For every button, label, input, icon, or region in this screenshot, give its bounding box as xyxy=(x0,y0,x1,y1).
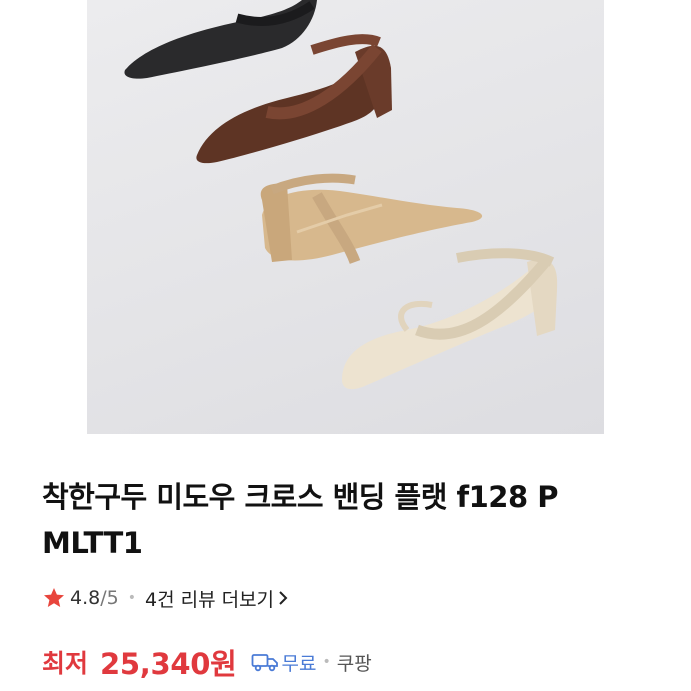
truck-icon xyxy=(251,654,278,672)
product-title: 착한구두 미도우 크로스 밴딩 플랫 f128 P MLTT1 xyxy=(42,474,652,566)
price-amount: 25,340원 xyxy=(100,647,237,681)
rating-separator: • xyxy=(127,590,136,606)
star-icon xyxy=(44,588,64,607)
shipping-label: 무료 xyxy=(281,652,317,675)
title-line-2: MLTT1 xyxy=(42,526,143,560)
beige-shoe xyxy=(260,173,483,264)
rating-value: 4.8 xyxy=(70,587,101,609)
price-row: 최저 25,340원 무료 • 쿠팡 xyxy=(42,642,372,682)
seller-name[interactable]: 쿠팡 xyxy=(337,649,372,676)
product-image[interactable] xyxy=(87,0,604,434)
reviews-label: 4건 리뷰 더보기 xyxy=(144,588,275,611)
black-shoe xyxy=(124,0,317,79)
chevron-right-icon xyxy=(279,591,288,605)
shoes-illustration xyxy=(124,0,558,390)
seller-separator: • xyxy=(322,654,331,670)
price-label: 최저 xyxy=(42,649,89,678)
reviews-more-link[interactable]: 4건 리뷰 더보기 xyxy=(145,585,288,612)
rating-row: 4.8 /5 • 4건 리뷰 더보기 xyxy=(42,584,288,612)
title-line-1: 착한구두 미도우 크로스 밴딩 플랫 f128 P xyxy=(42,480,559,514)
cream-shoe xyxy=(342,248,558,390)
rating-max: /5 xyxy=(100,587,119,609)
